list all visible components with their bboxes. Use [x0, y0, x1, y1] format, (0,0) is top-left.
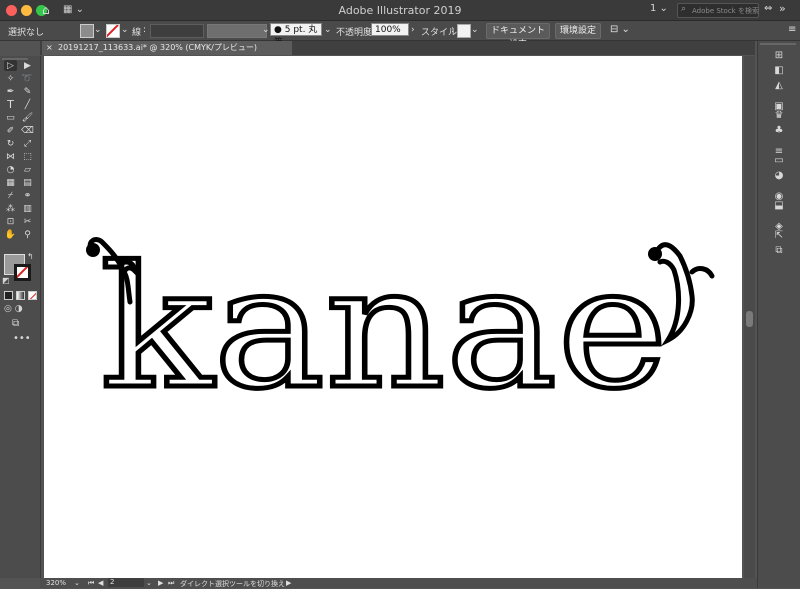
gradient-panel-icon[interactable]: ▭: [772, 154, 786, 166]
color-mode-icon[interactable]: [4, 291, 13, 300]
brushes-panel-icon[interactable]: ♛: [772, 109, 786, 121]
artboard-tool-icon[interactable]: ⊡: [4, 216, 17, 227]
chevron-down-icon[interactable]: ⌄: [94, 25, 102, 35]
fill-swatch[interactable]: [80, 24, 94, 38]
version-dropdown[interactable]: 1 ⌄: [650, 3, 668, 14]
magic-wand-tool-icon[interactable]: ✧: [4, 73, 17, 84]
control-bar: 選択なし ⌄ ⌄ 線 : ⌄ ● 5 pt. 丸筆 ⌄ 不透明度 : 100% …: [0, 21, 800, 50]
artwork-text[interactable]: kanae: [98, 228, 671, 429]
stroke-color-box[interactable]: [14, 264, 31, 281]
stroke-swatch[interactable]: [106, 24, 120, 38]
column-graph-tool-icon[interactable]: ▥: [21, 203, 34, 214]
document-setup-button[interactable]: ドキュメント設定: [486, 23, 550, 50]
zoom-level[interactable]: 320%: [46, 579, 66, 587]
artboard[interactable]: kanae: [44, 56, 742, 578]
line-tool-icon[interactable]: ╱: [21, 99, 34, 110]
panel-dock: ⊞ ◧ ◭ ▣ ♛ ♣ ≡ ▭ ◕ ◉ ⬓ ◈ ⇱ ⧉: [757, 41, 800, 588]
symbols-panel-icon[interactable]: ♣: [772, 124, 786, 136]
free-transform-tool-icon[interactable]: ⬚: [21, 151, 34, 162]
variable-width-profile[interactable]: [207, 24, 267, 38]
chevron-down-icon[interactable]: ⌄: [471, 25, 479, 35]
layers-panel-icon[interactable]: ◭: [772, 79, 786, 91]
chevron-down-icon[interactable]: ⌄: [324, 25, 332, 35]
slice-tool-icon[interactable]: ✂: [21, 216, 34, 227]
mesh-tool-icon[interactable]: ▦: [4, 177, 17, 188]
rotate-tool-icon[interactable]: ↻: [4, 138, 17, 149]
selection-tool-icon[interactable]: ▷: [4, 60, 17, 71]
selection-status: 選択なし: [8, 28, 45, 38]
paintbrush-tool-icon[interactable]: 🖌: [21, 112, 34, 123]
artboard-dropdown-icon[interactable]: ⌄: [146, 579, 152, 587]
gradient-mode-icon[interactable]: [16, 291, 25, 300]
none-mode-icon[interactable]: [28, 291, 37, 300]
pen-tool-icon[interactable]: ✒: [4, 86, 17, 97]
more-tools-icon[interactable]: •••: [13, 333, 31, 344]
chevron-right-icon[interactable]: ›: [411, 25, 415, 35]
perspective-grid-tool-icon[interactable]: ▱: [21, 164, 34, 175]
graphic-styles-panel-icon[interactable]: ⬓: [772, 199, 786, 211]
type-tool-icon[interactable]: T: [4, 98, 17, 111]
panel-menu-icon[interactable]: ≡: [788, 24, 796, 35]
brush-definition-field[interactable]: ● 5 pt. 丸筆: [270, 23, 322, 48]
search-icon: ⌕: [681, 4, 687, 14]
zoom-dropdown-icon[interactable]: ⌄: [74, 579, 80, 587]
libraries-panel-icon[interactable]: ◧: [772, 64, 786, 76]
artboard-number-field[interactable]: 2: [108, 578, 144, 587]
rectangle-tool-icon[interactable]: ▭: [4, 112, 17, 123]
swap-fill-stroke-icon[interactable]: ↰: [27, 252, 34, 261]
blend-tool-icon[interactable]: ⚭: [21, 190, 34, 201]
curvature-tool-icon[interactable]: ✎: [21, 86, 34, 97]
last-artboard-icon[interactable]: ⏭: [168, 579, 174, 588]
eyedropper-tool-icon[interactable]: ⌿: [4, 190, 17, 201]
preferences-button[interactable]: 環境設定: [555, 23, 601, 39]
previous-artboard-icon[interactable]: ◀: [98, 579, 103, 587]
artwork-canvas: kanae: [86, 228, 715, 429]
scale-tool-icon[interactable]: ⤢: [21, 138, 34, 149]
stroke-weight-field[interactable]: [150, 24, 204, 38]
zoom-tool-icon[interactable]: ⚲: [21, 229, 34, 240]
shape-builder-tool-icon[interactable]: ◔: [4, 164, 17, 175]
left-flourish-dot: [86, 243, 100, 257]
expand-icon[interactable]: »: [779, 2, 786, 15]
screen-mode-icon[interactable]: ⧉: [12, 318, 19, 329]
next-artboard-icon[interactable]: ▶: [158, 579, 163, 587]
align-options-icon[interactable]: ⊟ ⌄: [610, 24, 630, 35]
eraser-tool-icon[interactable]: ⌫: [21, 125, 34, 136]
properties-panel-icon[interactable]: ⊞: [772, 49, 786, 61]
default-colors-icon[interactable]: ◩: [2, 276, 10, 285]
close-tab-icon[interactable]: ×: [46, 41, 53, 55]
graphic-style-swatch[interactable]: [457, 24, 471, 38]
document-tab-title: 20191217_113633.ai* @ 320% (CMYK/プレビュー): [58, 43, 257, 52]
stroke-label: 線: [132, 28, 142, 38]
lasso-tool-icon[interactable]: ➰: [21, 73, 34, 84]
opacity-field[interactable]: 100%: [371, 23, 409, 36]
right-flourish-curl: [689, 266, 715, 279]
chevron-down-icon[interactable]: ⌄: [262, 25, 270, 35]
brush-dot-icon: ●: [274, 25, 282, 35]
version-number: 1: [650, 3, 657, 14]
chevron-down-icon[interactable]: ⌄: [121, 25, 129, 35]
draw-mode-icon[interactable]: ◎ ◑: [4, 304, 23, 314]
search-placeholder: Adobe Stock を検索: [692, 7, 759, 15]
stock-search-input[interactable]: ⌕ Adobe Stock を検索: [677, 3, 759, 18]
first-artboard-icon[interactable]: ⏮: [88, 579, 94, 588]
status-bar: 320% ⌄ ⏮ ◀ 2 ⌄ ▶ ⏭ ダイレクト選択ツールを切り換え ▶: [40, 578, 757, 588]
gradient-tool-icon[interactable]: ▤: [21, 177, 34, 188]
width-tool-icon[interactable]: ⋈: [4, 151, 17, 162]
hand-tool-icon[interactable]: ✋: [4, 229, 17, 240]
direct-selection-tool-icon[interactable]: ▶: [21, 60, 34, 71]
tools-panel: ▷ ▶ ✧ ➰ ✒ ✎ T ╱ ▭ 🖌 ✐ ⌫ ↻ ⤢ ⋈ ⬚ ◔ ▱ ▦ ▤ …: [0, 56, 41, 578]
shaper-tool-icon[interactable]: ✐: [4, 125, 17, 136]
artboards-panel-icon[interactable]: ⧉: [772, 244, 786, 256]
scroll-thumb[interactable]: [746, 311, 753, 327]
title-bar: ⌂ ▦ ⌄ Adobe Illustrator 2019 1 ⌄ ⌕ Adobe…: [0, 0, 800, 21]
document-tab[interactable]: × 20191217_113633.ai* @ 320% (CMYK/プレビュー…: [42, 41, 292, 55]
asset-export-panel-icon[interactable]: ⇱: [772, 229, 786, 241]
transparency-panel-icon[interactable]: ◕: [772, 169, 786, 181]
arrange-panels-icon[interactable]: ⇔: [764, 3, 772, 14]
symbol-sprayer-tool-icon[interactable]: ⁂: [4, 203, 17, 214]
vertical-scrollbar[interactable]: [744, 56, 755, 578]
status-menu-icon[interactable]: ▶: [286, 579, 291, 587]
